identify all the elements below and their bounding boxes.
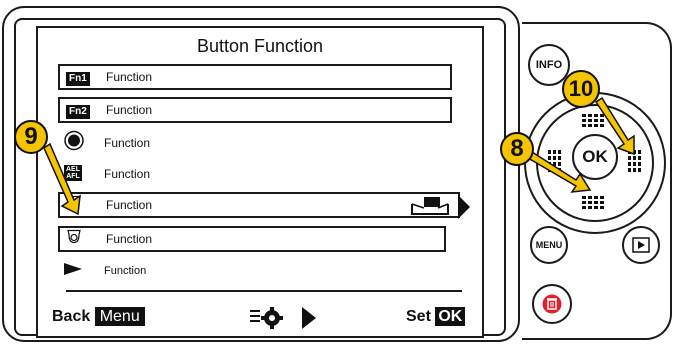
arrow-8-icon bbox=[526, 150, 592, 193]
arrow-10-icon bbox=[594, 96, 635, 156]
arrow-9-icon bbox=[43, 142, 81, 216]
callout-9: 9 bbox=[14, 120, 48, 154]
callout-8: 8 bbox=[500, 132, 534, 166]
callout-arrows bbox=[43, 96, 635, 216]
callout-10: 10 bbox=[562, 70, 600, 108]
